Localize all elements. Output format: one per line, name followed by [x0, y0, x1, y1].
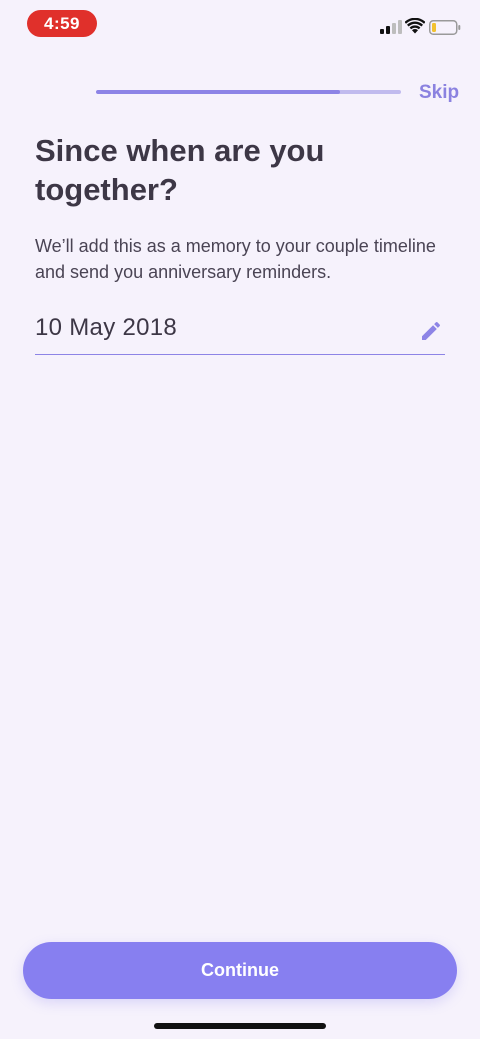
home-indicator	[154, 1023, 326, 1029]
status-time[interactable]: 4:59	[27, 10, 97, 37]
anniversary-date-value: 10 May 2018	[35, 314, 178, 341]
status-bar: 4:59	[0, 0, 480, 46]
pencil-icon[interactable]	[419, 319, 443, 343]
page-subtitle: We’ll add this as a memory to your coupl…	[35, 236, 436, 282]
onboarding-progress-bar	[96, 90, 401, 94]
cellular-signal-icon	[380, 20, 402, 34]
continue-button[interactable]: Continue	[23, 942, 457, 999]
page-title: Since when are you together?	[35, 133, 325, 207]
wifi-icon	[405, 18, 425, 34]
skip-button[interactable]: Skip	[419, 82, 459, 104]
battery-icon	[429, 20, 461, 35]
onboarding-progress-fill	[96, 90, 340, 94]
anniversary-date-field[interactable]: 10 May 2018	[35, 309, 445, 355]
